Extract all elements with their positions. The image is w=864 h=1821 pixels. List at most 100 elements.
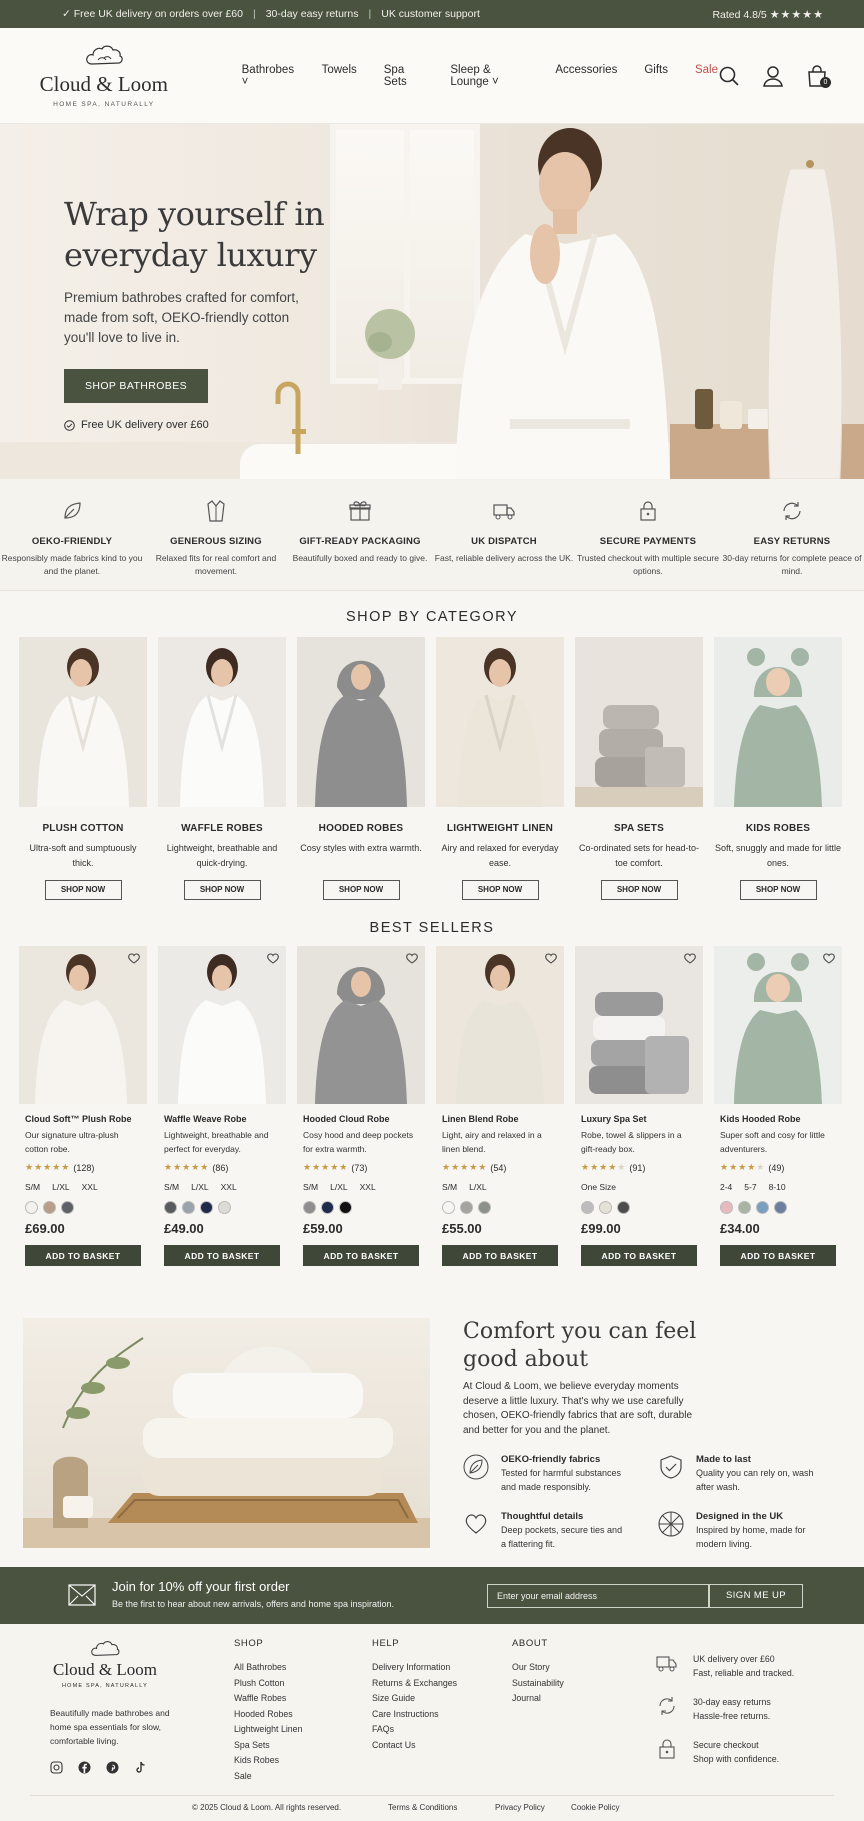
heart-icon[interactable] — [266, 951, 280, 965]
size-option[interactable]: 8-10 — [769, 1182, 786, 1192]
product-card[interactable]: Cloud Soft™ Plush Robe Our signature ult… — [19, 946, 147, 1266]
add-to-basket-button[interactable]: ADD TO BASKET — [442, 1245, 558, 1266]
cart-button[interactable]: 0 — [806, 64, 831, 88]
footer-logo[interactable]: Cloud & Loom HOME SPA, NATURALLY — [50, 1640, 160, 1689]
category-image[interactable] — [297, 637, 425, 807]
size-option[interactable]: XXL — [360, 1182, 376, 1192]
shop-now-button[interactable]: SHOP NOW — [322, 880, 400, 900]
footer-link[interactable]: Care Instructions — [372, 1707, 457, 1723]
add-to-basket-button[interactable]: ADD TO BASKET — [25, 1245, 141, 1266]
size-option[interactable]: One Size — [581, 1182, 616, 1192]
heart-icon[interactable] — [405, 951, 419, 965]
category-image[interactable] — [714, 637, 842, 807]
add-to-basket-button[interactable]: ADD TO BASKET — [164, 1245, 280, 1266]
cookie-link[interactable]: Cookie Policy — [571, 1803, 619, 1812]
site-logo[interactable]: Cloud & Loom HOME SPA, NATURALLY — [38, 44, 170, 108]
tiktok-icon[interactable] — [134, 1761, 147, 1774]
product-image[interactable] — [436, 946, 564, 1104]
footer-link[interactable]: Delivery Information — [372, 1660, 457, 1676]
color-swatch[interactable] — [774, 1201, 787, 1214]
color-swatch[interactable] — [61, 1201, 74, 1214]
instagram-icon[interactable] — [50, 1761, 63, 1774]
size-option[interactable]: S/M — [164, 1182, 179, 1192]
product-image[interactable] — [19, 946, 147, 1104]
footer-link[interactable]: Contact Us — [372, 1738, 457, 1754]
product-name[interactable]: Kids Hooded Robe — [720, 1114, 836, 1124]
color-swatch[interactable] — [25, 1201, 38, 1214]
product-card[interactable]: Luxury Spa Set Robe, towel & slippers in… — [575, 946, 703, 1266]
footer-link[interactable]: Waffle Robes — [234, 1691, 302, 1707]
product-name[interactable]: Hooded Cloud Robe — [303, 1114, 419, 1124]
search-icon[interactable] — [718, 65, 740, 87]
product-image[interactable] — [158, 946, 286, 1104]
size-option[interactable]: S/M — [25, 1182, 40, 1192]
category-card-spa-sets[interactable]: SPA SETS Co-ordinated sets for head-to-t… — [575, 637, 703, 900]
nav-accessories[interactable]: Accessories — [555, 64, 617, 88]
color-swatch[interactable] — [442, 1201, 455, 1214]
color-swatch[interactable] — [738, 1201, 751, 1214]
size-option[interactable]: 5-7 — [744, 1182, 756, 1192]
color-swatch[interactable] — [720, 1201, 733, 1214]
color-swatch[interactable] — [460, 1201, 473, 1214]
category-card-kids-robes[interactable]: KIDS ROBES Soft, snuggly and made for li… — [714, 637, 842, 900]
color-swatch[interactable] — [200, 1201, 213, 1214]
shop-now-button[interactable]: SHOP NOW — [739, 880, 817, 900]
color-swatch[interactable] — [599, 1201, 612, 1214]
category-card-plush-cotton[interactable]: PLUSH COTTON Ultra-soft and sumptuously … — [19, 637, 147, 900]
category-image[interactable] — [158, 637, 286, 807]
size-option[interactable]: S/M — [442, 1182, 457, 1192]
size-option[interactable]: 2-4 — [720, 1182, 732, 1192]
nav-sale[interactable]: Sale — [695, 64, 718, 88]
shop-now-button[interactable]: SHOP NOW — [183, 880, 261, 900]
product-image[interactable] — [575, 946, 703, 1104]
nav-bathrobes[interactable]: Bathrobes ˅ — [242, 64, 295, 88]
color-swatch[interactable] — [218, 1201, 231, 1214]
category-image[interactable] — [436, 637, 564, 807]
category-image[interactable] — [19, 637, 147, 807]
product-card[interactable]: Linen Blend Robe Light, airy and relaxed… — [436, 946, 564, 1266]
product-name[interactable]: Linen Blend Robe — [442, 1114, 558, 1124]
footer-link[interactable]: Journal — [512, 1691, 564, 1707]
heart-icon[interactable] — [544, 951, 558, 965]
product-name[interactable]: Waffle Weave Robe — [164, 1114, 280, 1124]
add-to-basket-button[interactable]: ADD TO BASKET — [303, 1245, 419, 1266]
shop-now-button[interactable]: SHOP NOW — [44, 880, 122, 900]
footer-link[interactable]: Sale — [234, 1769, 302, 1785]
product-card[interactable]: Kids Hooded Robe Super soft and cosy for… — [714, 946, 842, 1266]
facebook-icon[interactable] — [78, 1761, 91, 1774]
footer-link[interactable]: Size Guide — [372, 1691, 457, 1707]
footer-link[interactable]: Kids Robes — [234, 1753, 302, 1769]
heart-icon[interactable] — [683, 951, 697, 965]
product-card[interactable]: Waffle Weave Robe Lightweight, breathabl… — [158, 946, 286, 1266]
color-swatch[interactable] — [43, 1201, 56, 1214]
color-swatch[interactable] — [303, 1201, 316, 1214]
footer-link[interactable]: Returns & Exchanges — [372, 1676, 457, 1692]
footer-link[interactable]: Spa Sets — [234, 1738, 302, 1754]
pinterest-icon[interactable] — [106, 1761, 119, 1774]
product-image[interactable] — [297, 946, 425, 1104]
color-swatch[interactable] — [478, 1201, 491, 1214]
category-card-hooded-robes[interactable]: HOODED ROBES Cosy styles with extra warm… — [297, 637, 425, 900]
size-option[interactable]: L/XL — [52, 1182, 70, 1192]
nav-spa-sets[interactable]: Spa Sets — [384, 64, 424, 88]
footer-link[interactable]: All Bathrobes — [234, 1660, 302, 1676]
product-image[interactable] — [714, 946, 842, 1104]
footer-link[interactable]: Lightweight Linen — [234, 1722, 302, 1738]
sign-up-button[interactable]: SIGN ME UP — [709, 1584, 803, 1608]
product-card[interactable]: Hooded Cloud Robe Cosy hood and deep poc… — [297, 946, 425, 1266]
add-to-basket-button[interactable]: ADD TO BASKET — [720, 1245, 836, 1266]
terms-link[interactable]: Terms & Conditions — [388, 1803, 457, 1812]
color-swatch[interactable] — [581, 1201, 594, 1214]
shop-bathrobes-button[interactable]: SHOP BATHROBES — [64, 369, 208, 403]
account-icon[interactable] — [762, 65, 784, 87]
size-option[interactable]: L/XL — [191, 1182, 209, 1192]
size-option[interactable]: L/XL — [469, 1182, 487, 1192]
heart-icon[interactable] — [822, 951, 836, 965]
color-swatch[interactable] — [164, 1201, 177, 1214]
nav-gifts[interactable]: Gifts — [644, 64, 668, 88]
color-swatch[interactable] — [321, 1201, 334, 1214]
footer-link[interactable]: Hooded Robes — [234, 1707, 302, 1723]
product-name[interactable]: Luxury Spa Set — [581, 1114, 697, 1124]
size-option[interactable]: L/XL — [330, 1182, 348, 1192]
size-option[interactable]: XXL — [82, 1182, 98, 1192]
